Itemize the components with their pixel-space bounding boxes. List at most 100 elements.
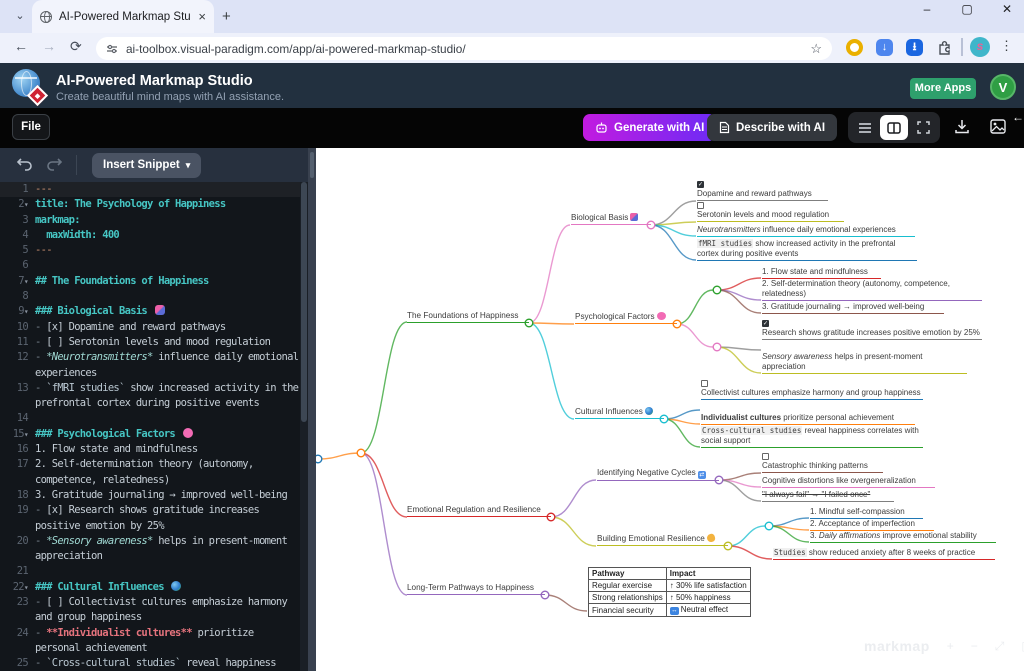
panel-resize-divider[interactable] [308, 148, 316, 671]
code-line-17[interactable]: 172. Self-determination theory (autonomy… [0, 457, 308, 488]
code-line-18[interactable]: 183. Gratitude journaling → improved wel… [0, 488, 308, 503]
code-line-20[interactable]: 20- *Sensory awareness* helps in present… [0, 534, 308, 565]
window-maximize-button[interactable]: ▢ [960, 2, 974, 16]
mindmap-node-i3[interactable]: "I always fail" → "I failed once" [762, 490, 894, 502]
downloads-icon[interactable]: ⭳ [906, 39, 923, 56]
mindmap-node-c2[interactable]: Individualist cultures prioritize person… [701, 413, 915, 425]
node-toggle-circle[interactable] [713, 286, 721, 294]
describe-with-ai-button[interactable]: Describe with AI [707, 114, 837, 141]
mindmap-node-cultural[interactable]: Cultural Influences [575, 406, 664, 419]
generate-with-ai-button[interactable]: Generate with AI [583, 114, 716, 141]
checkbox-unchecked-icon[interactable] [701, 380, 708, 387]
node-toggle-circle[interactable] [357, 449, 365, 457]
node-toggle-circle[interactable] [713, 343, 721, 351]
export-image-icon[interactable] [990, 119, 1006, 134]
code-line-16[interactable]: 161. Flow state and mindfulness [0, 442, 308, 457]
mindmap-node-emotional[interactable]: Emotional Regulation and Resilience [407, 504, 551, 517]
split-view-button[interactable] [880, 115, 907, 140]
markdown-editor[interactable]: 1---2▾title: The Psychology of Happiness… [0, 182, 308, 671]
code-line-23[interactable]: 23- [ ] Collectivist cultures emphasize … [0, 595, 308, 626]
extension-download-icon[interactable]: ↓ [876, 39, 893, 56]
mindmap-node-p1[interactable]: 1. Flow state and mindfulness [762, 267, 881, 279]
code-line-25[interactable]: 25- `Cross-cultural studies` reveal happ… [0, 656, 308, 671]
code-line-19[interactable]: 19- [x] Research shows gratitude increas… [0, 503, 308, 534]
code-line-1[interactable]: 1--- [0, 182, 308, 197]
code-line-13[interactable]: 13- `fMRI studies` show increased activi… [0, 381, 308, 412]
code-line-4[interactable]: 4 maxWidth: 400 [0, 228, 308, 243]
browser-menu-icon[interactable]: ⋮ [1000, 38, 1013, 54]
mindmap-node-r4[interactable]: Studies show reduced anxiety after 8 wee… [773, 548, 995, 560]
window-minimize-button[interactable]: – [920, 2, 934, 16]
fold-caret-icon[interactable]: ▾ [24, 277, 28, 286]
tab-search-chevron-icon[interactable]: ⌄ [8, 7, 32, 27]
code-line-21[interactable]: 21 [0, 564, 308, 579]
url-input[interactable]: ai-toolbox.visual-paradigm.com/app/ai-po… [126, 42, 802, 56]
mindmap-node-i2[interactable]: Cognitive distortions like overgeneraliz… [762, 476, 935, 488]
editor-only-view-button[interactable] [851, 115, 878, 140]
code-line-5[interactable]: 5--- [0, 243, 308, 258]
fullscreen-view-button[interactable] [910, 115, 937, 140]
checkbox-checked-icon[interactable]: ✓ [762, 320, 769, 327]
extensions-puzzle-icon[interactable] [936, 39, 953, 56]
code-line-3[interactable]: 3markmap: [0, 213, 308, 228]
window-close-button[interactable]: ✕ [1000, 2, 1014, 16]
undo-icon[interactable] [16, 156, 33, 171]
code-line-8[interactable]: 8 [0, 289, 308, 304]
mindmap-canvas[interactable]: The Foundations of Happiness Emotional Re… [316, 148, 1024, 671]
mindmap-node-p4[interactable]: ✓Research shows gratitude increases posi… [762, 320, 982, 340]
node-toggle-circle[interactable] [765, 522, 773, 530]
editor-scrollbar-thumb[interactable] [301, 182, 307, 422]
code-line-6[interactable]: 6 [0, 258, 308, 273]
checkbox-unchecked-icon[interactable] [762, 453, 769, 460]
mindmap-node-i1[interactable]: Catastrophic thinking patterns [762, 453, 883, 473]
fold-caret-icon[interactable]: ▾ [24, 430, 28, 439]
mindmap-node-longterm[interactable]: Long-Term Pathways to Happiness [407, 582, 545, 595]
code-line-11[interactable]: 11- [ ] Serotonin levels and mood regula… [0, 335, 308, 350]
markmap-toolbar-icon-1[interactable]: − [971, 639, 978, 653]
user-avatar[interactable]: V [990, 74, 1016, 100]
code-line-2[interactable]: 2▾title: The Psychology of Happiness [0, 197, 308, 212]
back-button[interactable]: ← [14, 38, 28, 54]
code-line-9[interactable]: 9▾### Biological Basis [0, 304, 308, 319]
mindmap-node-biological[interactable]: Biological Basis [571, 212, 651, 225]
code-line-7[interactable]: 7▾## The Foundations of Happiness [0, 274, 308, 289]
mindmap-node-r1[interactable]: 1. Mindful self-compassion [810, 507, 923, 519]
mindmap-node-psychological[interactable]: Psychological Factors [575, 311, 677, 324]
forward-button[interactable]: → [42, 38, 56, 54]
tab-close-icon[interactable]: × [198, 11, 206, 23]
mindmap-node-b3[interactable]: Neurotransmitters influence daily emotio… [697, 225, 915, 237]
mindmap-node-c3[interactable]: Cross-cultural studies reveal happiness … [701, 426, 923, 448]
browser-tab[interactable]: AI-Powered Markmap Studio × [32, 0, 214, 33]
fold-caret-icon[interactable]: ▾ [24, 307, 28, 316]
mindmap-node-c1[interactable]: Collectivist cultures emphasize harmony … [701, 380, 923, 400]
more-apps-button[interactable]: More Apps [910, 78, 976, 99]
download-export-icon[interactable] [954, 119, 970, 134]
redo-icon[interactable] [46, 156, 63, 171]
checkbox-unchecked-icon[interactable] [697, 202, 704, 209]
mindmap-node-b1[interactable]: ✓Dopamine and reward pathways [697, 181, 828, 201]
url-bar[interactable]: ai-toolbox.visual-paradigm.com/app/ai-po… [96, 37, 832, 60]
code-line-24[interactable]: 24- **Individualist cultures** prioritiz… [0, 626, 308, 657]
bookmark-star-icon[interactable]: ☆ [810, 41, 822, 57]
markmap-toolbar-icon-0[interactable]: + [947, 639, 954, 653]
site-info-icon[interactable] [106, 43, 118, 55]
mindmap-node-b2[interactable]: Serotonin levels and mood regulation [697, 202, 844, 222]
insert-snippet-button[interactable]: Insert Snippet▾ [92, 153, 201, 178]
mindmap-node-p3[interactable]: 3. Gratitude journaling → improved well-… [762, 302, 944, 314]
markmap-toolbar-icon-2[interactable]: ⤢ [995, 639, 1005, 654]
mindmap-node-p5[interactable]: Sensory awareness helps in present-momen… [762, 352, 967, 374]
extension-ring-icon[interactable] [846, 39, 863, 56]
fold-caret-icon[interactable]: ▾ [24, 583, 28, 592]
file-menu-button[interactable]: File [12, 114, 50, 140]
fold-caret-icon[interactable]: ▾ [24, 200, 28, 209]
checkbox-checked-icon[interactable]: ✓ [697, 181, 704, 188]
profile-avatar[interactable]: s [970, 37, 990, 57]
mindmap-node-p2[interactable]: 2. Self-determination theory (autonomy, … [762, 279, 982, 301]
mindmap-node-foundations[interactable]: The Foundations of Happiness [407, 310, 529, 323]
code-line-10[interactable]: 10- [x] Dopamine and reward pathways [0, 320, 308, 335]
code-line-15[interactable]: 15▾### Psychological Factors [0, 427, 308, 442]
mindmap-node-building[interactable]: Building Emotional Resilience [597, 533, 728, 546]
mindmap-node-b4[interactable]: fMRI studies show increased activity in … [697, 239, 917, 261]
mindmap-node-identifying[interactable]: Identifying Negative Cycles⇄ [597, 467, 719, 481]
new-tab-button[interactable]: + [222, 8, 231, 25]
